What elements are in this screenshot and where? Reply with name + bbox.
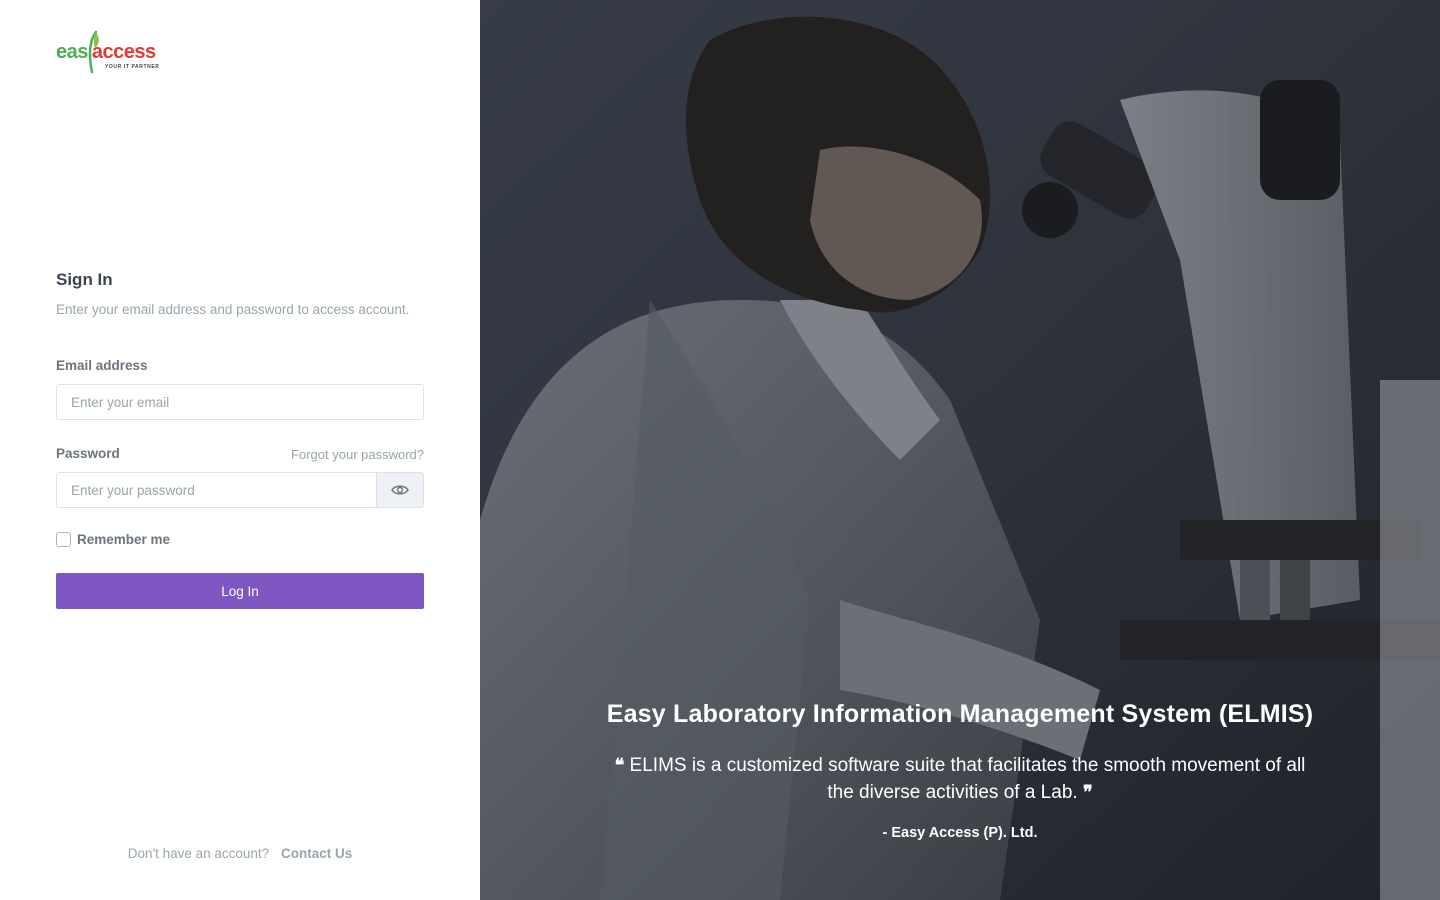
password-label: Password: [56, 446, 120, 461]
forgot-password-link[interactable]: Forgot your password?: [291, 447, 424, 462]
login-panel: eas access YOUR IT PARTNER Sign In Enter …: [0, 0, 480, 900]
logo-tagline: YOUR IT PARTNER: [105, 64, 160, 70]
password-field[interactable]: [56, 472, 377, 508]
hero-title: Easy Laboratory Information Management S…: [606, 700, 1314, 728]
password-input-group: [56, 472, 424, 508]
hero-panel: Easy Laboratory Information Management S…: [480, 0, 1440, 900]
eye-icon: [391, 485, 409, 495]
password-label-row: Password Forgot your password?: [56, 444, 424, 464]
footer-text: Don't have an account?: [127, 846, 270, 861]
quote-open-icon: ❝: [614, 755, 625, 776]
page-subtitle: Enter your email address and password to…: [56, 302, 410, 317]
remember-me-row: Remember me: [56, 532, 424, 547]
quote-close-icon: ❞: [1082, 782, 1093, 803]
logo-brand-right: access: [91, 41, 156, 63]
logo[interactable]: eas access YOUR IT PARTNER: [56, 30, 168, 76]
email-field[interactable]: [56, 384, 424, 420]
logo-brand-left: eas: [56, 41, 88, 63]
remember-me-checkbox[interactable]: [56, 532, 71, 547]
logo-wordmark: eas access: [56, 42, 156, 62]
show-password-button[interactable]: [377, 472, 424, 508]
hero-quote-text: ELIMS is a customized software suite tha…: [629, 755, 1306, 803]
signin-form: Sign In Enter your email address and pas…: [56, 268, 424, 609]
hero-quote: ❝ ELIMS is a customized software suite t…: [480, 752, 1440, 806]
email-label: Email address: [56, 358, 148, 373]
remember-me-label[interactable]: Remember me: [77, 532, 170, 547]
page-title: Sign In: [56, 270, 113, 289]
contact-us-link[interactable]: Contact Us: [281, 846, 352, 861]
hero-author: - Easy Access (P). Ltd.: [882, 825, 1038, 841]
signup-footer: Don't have an account? Contact Us: [0, 844, 480, 864]
login-button[interactable]: Log In: [56, 573, 424, 609]
